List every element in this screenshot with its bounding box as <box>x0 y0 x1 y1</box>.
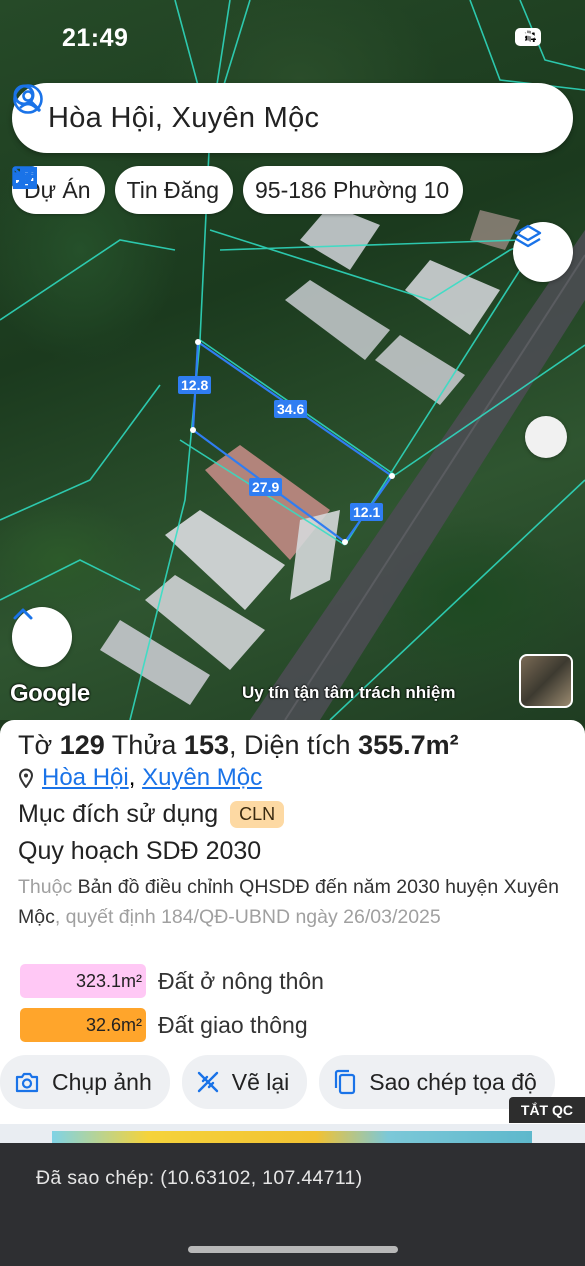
plan-title: Quy hoạch SDĐ 2030 <box>18 837 262 865</box>
search-text[interactable]: Hòa Hội, Xuyên Mộc <box>48 102 553 135</box>
chip-search-history[interactable]: 95-186 Phường 10 <box>13 166 464 214</box>
search-bar[interactable]: Hòa Hội, Xuyên Mộc <box>12 83 573 153</box>
search-icon[interactable] <box>12 83 42 113</box>
desc-suffix: , quyết định 184/QĐ-UBND ngày 26/03/2025 <box>54 906 441 928</box>
area-value: 355.7m² <box>358 730 459 760</box>
action-buttons: Chụp ảnh Vẽ lại Sao chép tọa độ <box>0 1055 555 1109</box>
slogan-text: Uy tín tận tâm trách nhiệm <box>242 683 456 702</box>
expand-up-button[interactable] <box>12 607 72 667</box>
area-label: , Diện tích <box>228 730 351 760</box>
chevron-up-icon <box>13 608 33 620</box>
purpose-label: Mục đích sử dụng <box>18 800 219 828</box>
copy-icon <box>335 1069 356 1095</box>
plan-description: Thuộc Bản đồ điều chỉnh QHSDĐ đến năm 20… <box>18 872 563 932</box>
home-indicator[interactable] <box>188 1246 398 1253</box>
commune-link[interactable]: Hòa Hội <box>42 764 129 791</box>
land-use-row: 323.1m² Đất ở nông thôn <box>20 964 324 998</box>
dimension-label: 12.8 <box>178 376 212 394</box>
thua-value: 153 <box>183 730 229 760</box>
action-label: Vẽ lại <box>231 1068 290 1095</box>
to-value: 129 <box>59 730 105 760</box>
ad-thumbnail[interactable] <box>519 654 573 708</box>
chip-label: Tin Đăng <box>126 176 220 203</box>
chip-label: 95-186 Phường 10 <box>255 176 450 203</box>
purpose-badge: CLN <box>230 801 285 828</box>
dimension-label: 12.1 <box>350 503 384 521</box>
status-icons: 94 <box>515 28 541 46</box>
google-logo: Google <box>10 680 90 707</box>
land-use-name: Đất ở nông thôn <box>158 967 324 994</box>
purpose-row: Mục đích sử dụng CLN <box>18 800 285 829</box>
dimension-label: 27.9 <box>249 478 283 496</box>
desc-prefix: Thuộc <box>18 876 73 898</box>
capture-button[interactable]: Chụp ảnh <box>0 1055 170 1109</box>
location-pin-icon <box>18 768 34 788</box>
locate-button[interactable] <box>525 416 567 458</box>
location-row: Hòa Hội, Xuyên Mộc <box>18 764 262 792</box>
ad-off-button[interactable]: TẮT QC <box>508 1097 585 1123</box>
satellite-map[interactable]: 12.8 34.6 27.9 12.1 21:49 94 Hòa Hội, Xu… <box>0 0 585 720</box>
land-use-area: 323.1m² <box>20 964 146 998</box>
redraw-icon <box>197 1071 218 1093</box>
district-link[interactable]: Xuyên Mộc <box>142 764 262 791</box>
ruler-icon <box>13 167 35 189</box>
status-time: 21:49 <box>62 24 129 52</box>
land-use-name: Đất giao thông <box>158 1011 308 1038</box>
dimension-label: 34.6 <box>274 400 308 418</box>
parcel-title: Tờ 129 Thửa 153, Diện tích 355.7m² <box>18 730 459 761</box>
chip-tin-dang[interactable]: Tin Đăng <box>12 166 234 214</box>
land-use-row: 32.6m² Đất giao thông <box>20 1008 308 1042</box>
redraw-button[interactable]: Vẽ lại <box>181 1055 308 1109</box>
layers-button[interactable] <box>513 222 573 282</box>
filter-chips: Dự Án Tin Đăng 95-186 Phường 10 <box>12 166 464 214</box>
action-label: Chụp ảnh <box>52 1068 152 1095</box>
toast-text: Đã sao chép: (10.63102, 107.44711) <box>36 1167 363 1189</box>
land-use-area: 32.6m² <box>20 1008 146 1042</box>
location-separator: , <box>128 764 136 791</box>
action-label: Sao chép tọa độ <box>369 1068 537 1095</box>
to-label: Tờ <box>18 730 53 760</box>
layers-icon <box>514 224 542 248</box>
thua-label: Thửa <box>111 730 177 760</box>
wifi-icon <box>515 28 540 45</box>
camera-icon <box>15 1072 39 1093</box>
parcel-info-sheet: Tờ 129 Thửa 153, Diện tích 355.7m² Hòa H… <box>0 720 585 1140</box>
